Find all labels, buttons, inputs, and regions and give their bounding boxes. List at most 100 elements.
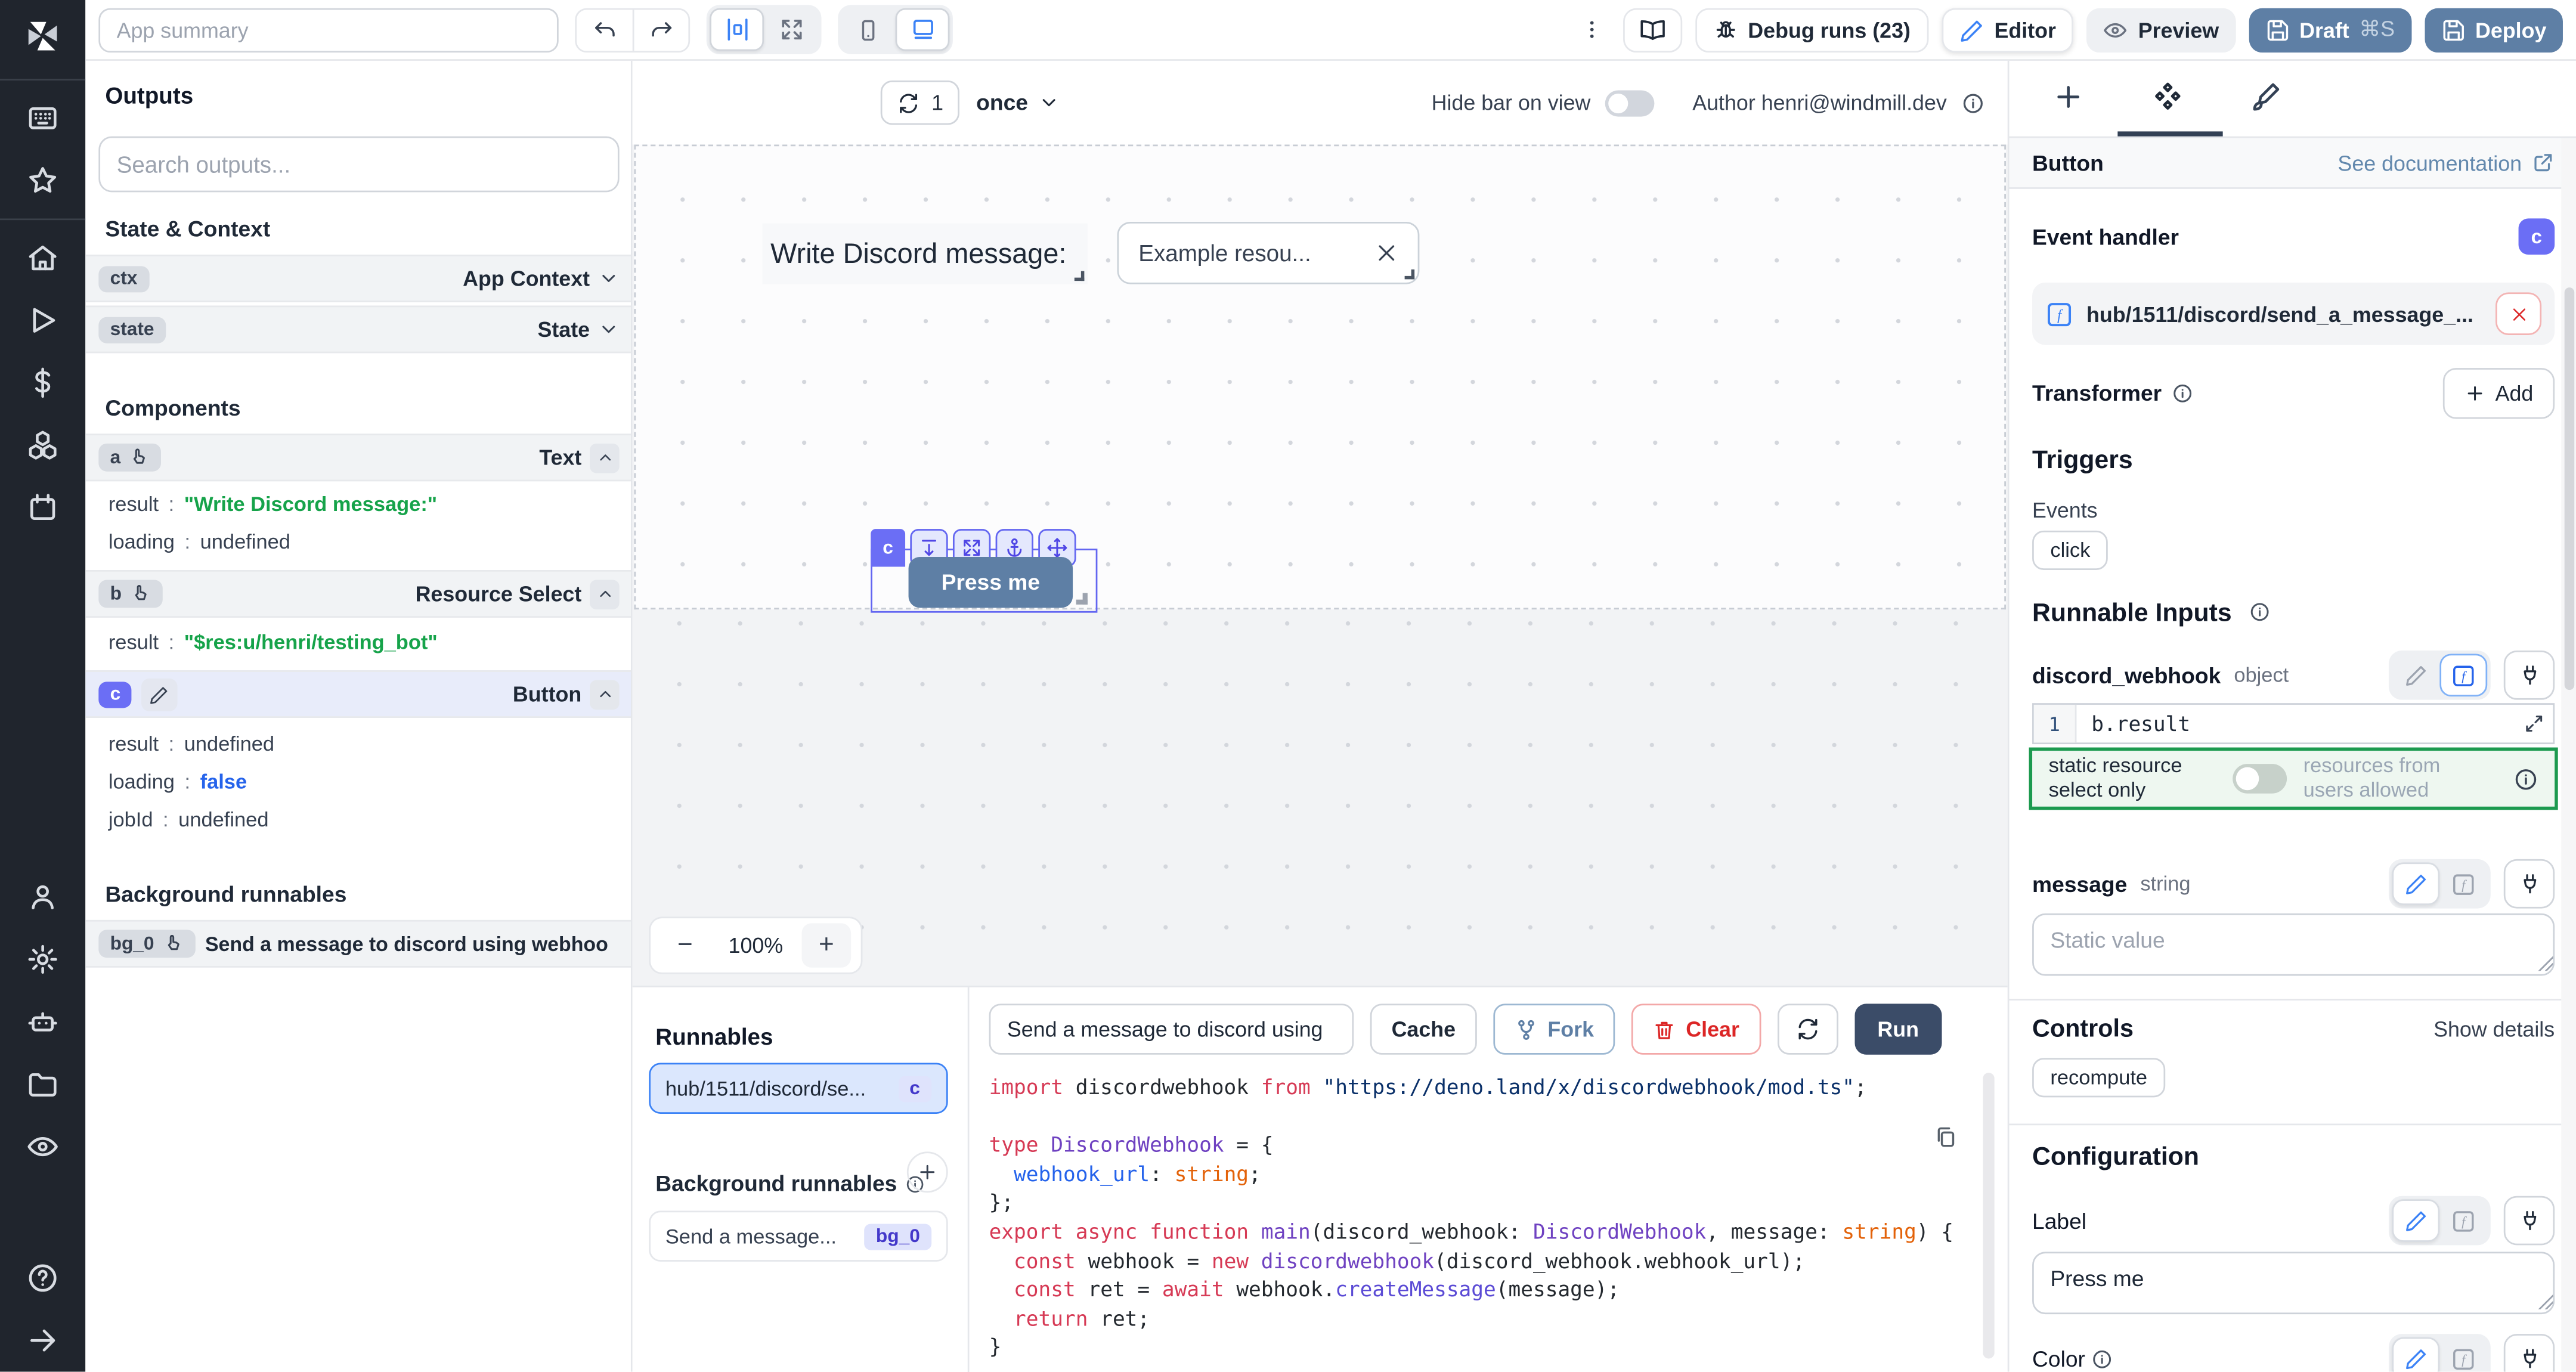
docs-book-button[interactable] (1623, 7, 1682, 51)
settings-components-tab[interactable] (2150, 80, 2185, 115)
show-details-link[interactable]: Show details (2433, 1017, 2555, 1041)
event-handler-runnable[interactable]: f hub/1511/discord/send_a_message_... (2032, 283, 2555, 345)
mobile-view-button[interactable] (841, 8, 896, 51)
folders-icon[interactable] (0, 1053, 85, 1116)
edit-pencil-icon[interactable] (142, 677, 178, 710)
javascript-expr-button[interactable]: f (2439, 1337, 2487, 1372)
button-component[interactable]: Press me (909, 557, 1073, 608)
text-component[interactable]: Write Discord message: (762, 224, 1088, 284)
variables-dollar-icon[interactable] (0, 352, 85, 414)
static-edit-button[interactable] (2392, 862, 2439, 905)
static-edit-button[interactable] (2392, 1199, 2439, 1242)
audit-eye-icon[interactable] (0, 1116, 85, 1178)
component-b-row[interactable]: b Resource Select (85, 570, 632, 618)
home-icon[interactable] (0, 227, 85, 289)
resources-cubes-icon[interactable] (0, 414, 85, 476)
inspector-scrollbar[interactable] (2561, 138, 2576, 1371)
static-resource-toggle[interactable] (2233, 764, 2287, 794)
add-background-runnable-button[interactable] (907, 1151, 948, 1193)
cache-button[interactable]: Cache (1370, 1004, 1477, 1054)
script-name-input[interactable] (989, 1004, 1354, 1054)
resource-select-component[interactable]: Example resou... (1117, 222, 1419, 284)
javascript-expr-button[interactable]: f (2439, 654, 2487, 697)
undo-button[interactable] (577, 9, 633, 50)
schedules-calendar-icon[interactable] (0, 476, 85, 539)
recompute-chip[interactable]: recompute (2032, 1058, 2165, 1097)
runnables-title: Runnables (655, 1023, 773, 1049)
search-outputs-input[interactable] (98, 137, 619, 193)
hide-bar-toggle[interactable] (1605, 89, 1655, 116)
message-static-value-input[interactable] (2032, 913, 2555, 976)
windmill-logo[interactable] (0, 0, 85, 72)
collapse-c-button[interactable] (590, 679, 620, 709)
state-context-title: State & Context (105, 217, 270, 241)
state-row[interactable]: state State (85, 305, 632, 353)
desktop-view-button[interactable] (896, 8, 950, 51)
resize-corner[interactable] (1075, 271, 1085, 281)
editor-tab-button[interactable]: Editor (1942, 7, 2074, 51)
component-c-badge: c (98, 681, 132, 707)
clear-selection-icon[interactable] (1375, 241, 1398, 265)
refresh-script-button[interactable] (1777, 1004, 1838, 1054)
runs-play-icon[interactable] (0, 289, 85, 352)
clear-button[interactable]: Clear (1631, 1004, 1760, 1054)
debug-runs-button[interactable]: Debug runs (23) (1695, 7, 1928, 51)
deploy-button[interactable]: Deploy (2425, 7, 2563, 51)
bg0-row[interactable]: bg_0 Send a message to discord using web… (85, 920, 632, 968)
styling-brush-tab[interactable] (2249, 80, 2282, 113)
resize-corner[interactable] (1405, 270, 1415, 280)
settings-gear-icon[interactable] (0, 928, 85, 991)
click-event-chip[interactable]: click (2032, 531, 2109, 570)
apps-icon[interactable] (0, 87, 85, 150)
app-canvas[interactable]: Write Discord message: Example resou... … (634, 144, 2006, 609)
label-value-input[interactable]: Press me (2032, 1252, 2555, 1314)
collapse-a-button[interactable] (590, 443, 620, 473)
collapse-arrow-icon[interactable] (0, 1309, 85, 1372)
run-button[interactable]: Run (1854, 1004, 1942, 1054)
more-menu-button[interactable] (1574, 18, 1610, 41)
see-documentation-link[interactable]: See documentation (2337, 150, 2555, 175)
bg-runnable-item[interactable]: Send a message... bg_0 (649, 1211, 948, 1262)
selection-resize-handle[interactable] (1076, 593, 1088, 605)
workers-robot-icon[interactable] (0, 990, 85, 1053)
selected-runnable-item[interactable]: hub/1511/discord/se... c (649, 1063, 948, 1114)
fork-button[interactable]: Fork (1493, 1004, 1615, 1054)
favorites-star-icon[interactable] (0, 150, 85, 212)
expand-editor-icon[interactable] (2524, 713, 2553, 735)
connect-input-button[interactable] (2504, 651, 2555, 700)
fullwidth-canvas-button[interactable] (764, 8, 818, 51)
users-icon[interactable] (0, 866, 85, 928)
insert-component-tab[interactable] (2052, 80, 2085, 113)
code-scrollbar[interactable] (1983, 1073, 1994, 1358)
rail-divider (0, 79, 85, 80)
zoom-in-button[interactable]: + (801, 923, 851, 967)
add-transformer-button[interactable]: Add (2442, 368, 2555, 419)
connect-input-button[interactable] (2504, 1334, 2555, 1371)
javascript-expr-button[interactable]: f (2439, 1199, 2487, 1242)
draft-button[interactable]: Draft ⌘S (2249, 7, 2411, 51)
textarea-resize-handle[interactable] (2538, 1294, 2553, 1309)
component-c-row[interactable]: c Button (85, 670, 632, 718)
center-canvas-button[interactable] (710, 8, 764, 51)
connect-input-button[interactable] (2504, 1196, 2555, 1246)
javascript-expr-button[interactable]: f (2439, 862, 2487, 905)
component-a-row[interactable]: a Text (85, 433, 632, 481)
help-icon[interactable] (0, 1247, 85, 1309)
textarea-resize-handle[interactable] (2538, 956, 2553, 971)
connect-input-button[interactable] (2504, 859, 2555, 909)
static-edit-button[interactable] (2392, 1337, 2439, 1372)
app-summary-input[interactable] (98, 7, 558, 51)
static-edit-button[interactable] (2392, 654, 2439, 697)
ctx-row[interactable]: ctx App Context (85, 255, 632, 302)
copy-code-icon[interactable] (1934, 1125, 1958, 1150)
collapse-b-button[interactable] (590, 579, 620, 609)
input-mode-group: f (2389, 1334, 2491, 1371)
preview-button[interactable]: Preview (2087, 7, 2235, 51)
code-editor[interactable]: import discordwebhook from "https://deno… (989, 1073, 1968, 1371)
zoom-out-button[interactable]: − (661, 923, 710, 967)
webhook-expression-editor[interactable]: 1 b.result (2032, 703, 2555, 744)
redo-button[interactable] (633, 9, 689, 50)
remove-runnable-button[interactable] (2496, 292, 2541, 335)
refresh-mode-select[interactable]: once (976, 91, 1059, 115)
refresh-count-box[interactable]: 1 (881, 80, 960, 125)
